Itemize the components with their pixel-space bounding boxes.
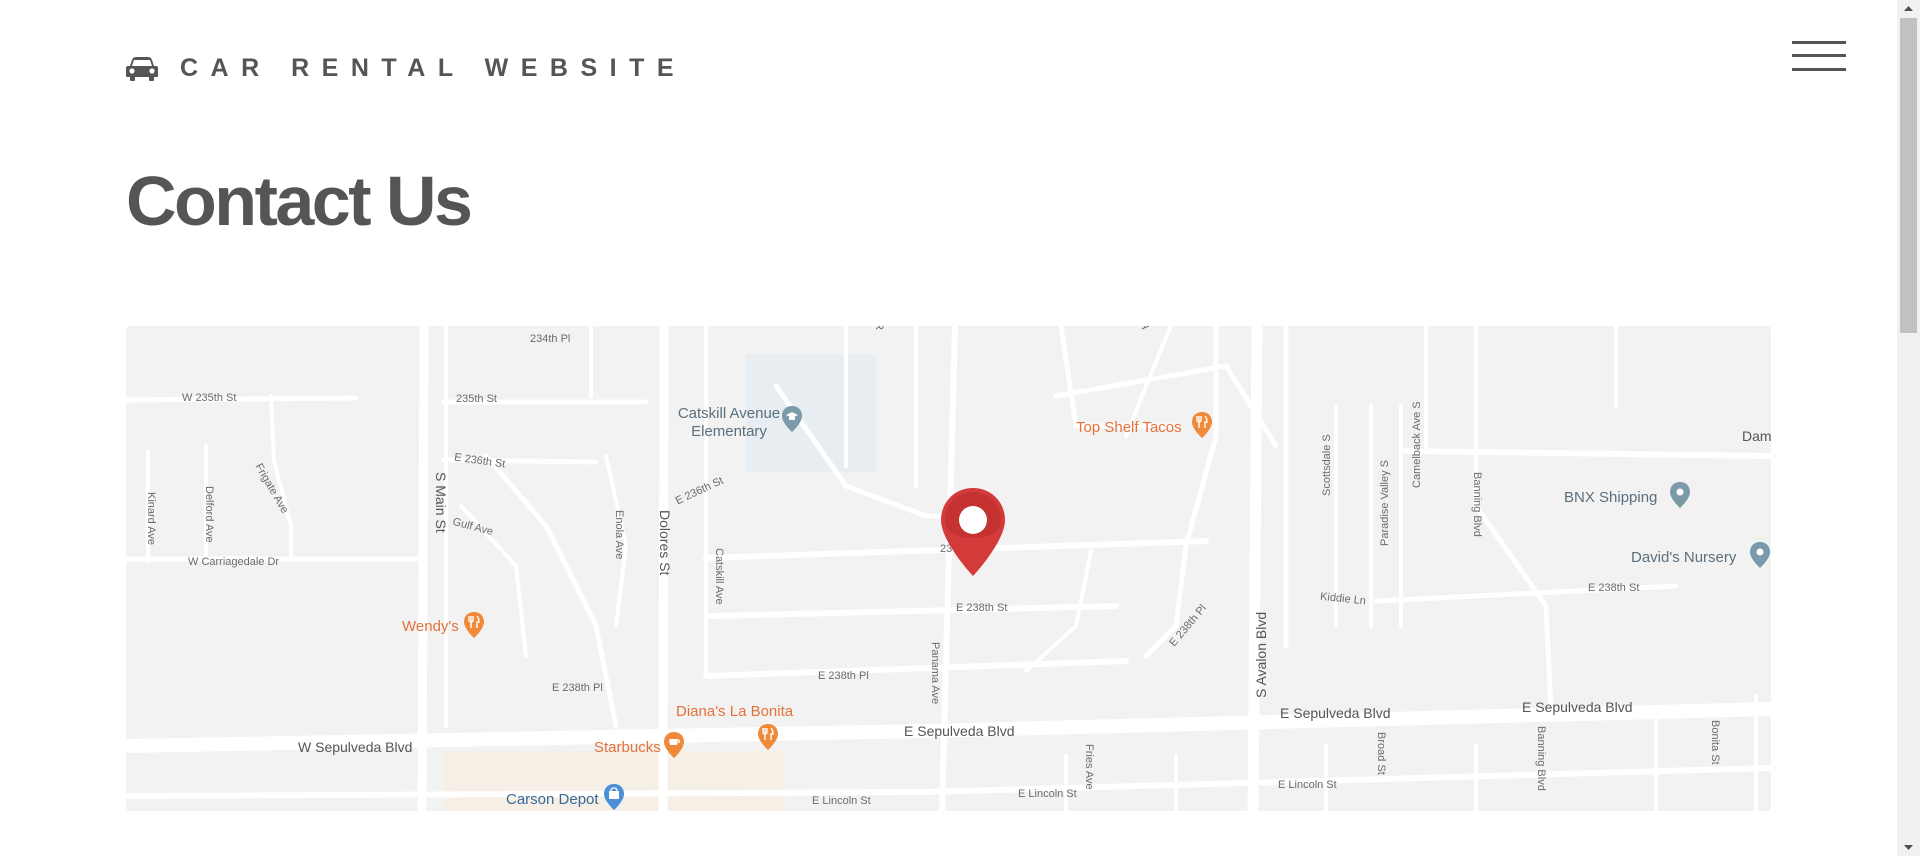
street-label: S Avalon Blvd [1253,611,1269,698]
street-label: Bonita St [1709,720,1721,765]
street-label: E Lincoln St [1278,779,1337,791]
street-label: W Sepulveda Blvd [298,739,413,755]
car-icon [126,56,158,81]
street-label: Dam [1742,428,1771,444]
hamburger-menu-icon[interactable] [1792,38,1846,74]
location-map[interactable]: 234th Pl W 235th St 235th St E 236th St … [126,326,1771,811]
street-label: E Sepulveda Blvd [904,723,1015,739]
street-label: E Lincoln St [812,795,871,807]
school-pin-icon [782,406,802,432]
map-pin-icon[interactable] [941,488,1005,576]
brand-logo[interactable]: CAR RENTAL WEBSITE [126,54,686,83]
poi-label[interactable]: Carson Depot [506,792,599,807]
street-label: W 235th St [182,392,237,404]
location-pin-icon [1670,482,1690,508]
street-label: Camelback Ave S [1411,401,1423,488]
street-label: Delford Ave [203,486,215,543]
poi-label[interactable]: Wendy's [402,619,459,634]
street-label: Panama Ave [929,642,941,705]
poi-label[interactable]: Diana's La Bonita [676,704,793,719]
street-label: E Sepulveda Blvd [1280,705,1391,721]
street-label: Banning Blvd [1535,726,1547,791]
street-label: A [1139,326,1151,329]
scrollbar-thumb[interactable] [1900,18,1917,333]
street-label: 234th Pl [530,333,571,345]
restaurant-pin-icon [758,724,778,750]
poi-label[interactable]: Top Shelf Tacos [1076,420,1182,435]
street-label: E Lincoln St [1018,788,1077,800]
street-label: S Main St [433,472,449,533]
brand-label: CAR RENTAL WEBSITE [180,54,687,82]
shopping-pin-icon [604,784,624,810]
street-label: E 238th Pl [552,682,603,694]
street-label: Fries Ave [1083,744,1095,790]
street-label: Enola Ave [613,510,625,560]
page-title: Contact Us [126,162,473,240]
street-label: Dolores St [657,510,673,576]
scroll-down-arrow-icon[interactable] [1897,839,1920,856]
restaurant-pin-icon [1192,412,1212,438]
street-label: E 238th St [956,602,1008,614]
street-label: 235th St [456,393,497,405]
street-label: Broad St [1375,732,1387,775]
street-label: Catskill Ave [713,548,725,605]
scroll-up-arrow-icon[interactable] [1897,0,1920,17]
street-label: Paradise Valley S [1379,459,1391,546]
poi-label[interactable]: David's Nursery [1631,550,1736,565]
vertical-scrollbar[interactable] [1897,0,1920,856]
restaurant-pin-icon [464,612,484,638]
street-label: R [873,326,885,330]
street-label: Banning Blvd [1471,472,1483,537]
cafe-pin-icon [664,732,684,758]
location-pin-icon [1750,542,1770,568]
poi-label[interactable]: BNX Shipping [1564,490,1657,505]
street-label: Scottsdale S [1321,434,1333,496]
street-label: E 238th St [1588,582,1640,594]
street-label: Kinard Ave [145,492,157,546]
street-label: E Sepulveda Blvd [1522,699,1633,715]
street-label: W Carriagedale Dr [188,556,280,568]
street-label: E 238th Pl [818,670,869,682]
page: CAR RENTAL WEBSITE Contact Us 234th Pl W… [0,0,1920,856]
poi-label[interactable]: Catskill Avenue Elementary [674,405,784,441]
poi-label[interactable]: Starbucks [594,740,661,755]
